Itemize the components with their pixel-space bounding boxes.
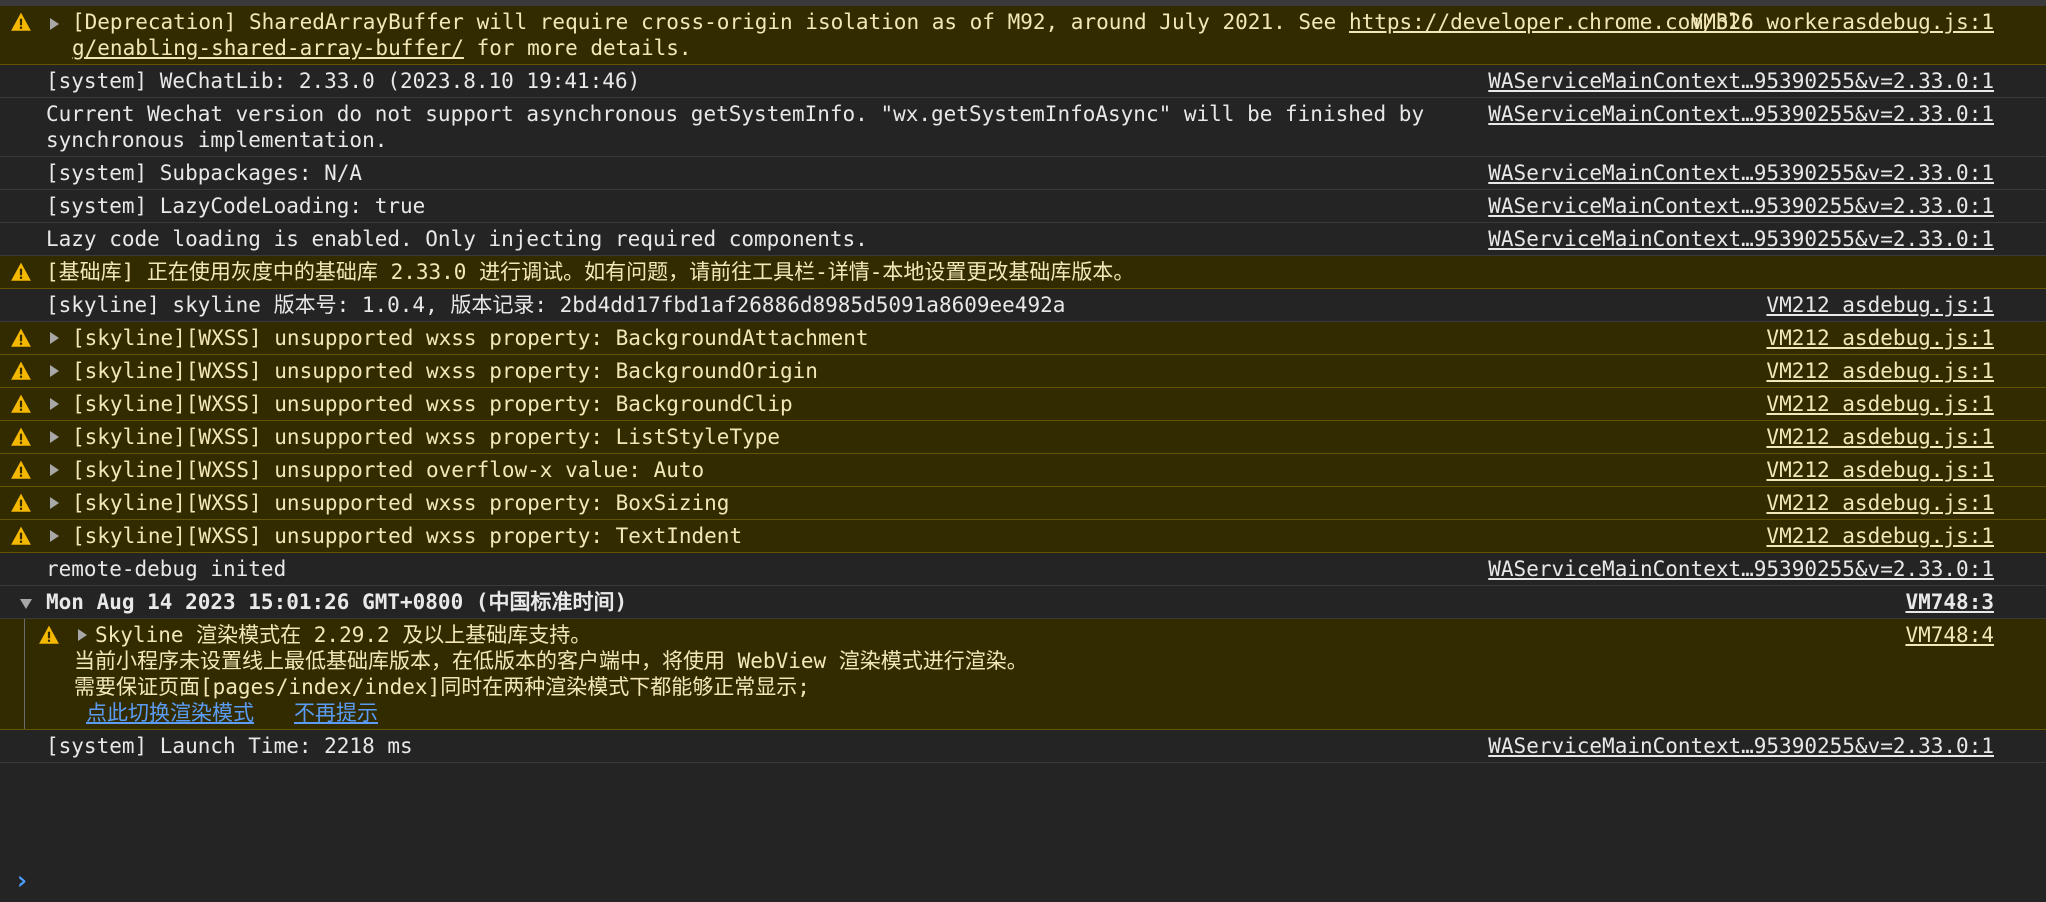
source-link[interactable]: VM748:4 <box>1905 622 1994 648</box>
skyline-warning-actions: 点此切换渲染模式 不再提示 <box>74 700 1844 726</box>
skyline-warning-line1[interactable]: Skyline 渲染模式在 2.29.2 及以上基础库支持。 <box>74 622 1844 648</box>
log-row-wxss-warning[interactable]: [skyline][WXSS] unsupported wxss propert… <box>0 355 2046 388</box>
log-message: [skyline][WXSS] unsupported wxss propert… <box>72 392 793 416</box>
warning-icon <box>11 12 31 31</box>
log-message: [skyline][WXSS] unsupported wxss propert… <box>72 524 743 548</box>
log-row-wxss-warning[interactable]: [skyline][WXSS] unsupported wxss propert… <box>0 520 2046 553</box>
warning-icon <box>11 361 31 380</box>
source-link[interactable]: VM212 asdebug.js:1 <box>1766 358 1994 384</box>
source-link[interactable]: WAServiceMainContext…95390255&v=2.33.0:1 <box>1488 160 1994 186</box>
log-row-launch-time: [system] Launch Time: 2218 ms WAServiceM… <box>0 730 2046 763</box>
group-indent-line <box>24 619 25 729</box>
log-message: remote-debug inited <box>46 557 287 581</box>
source-link[interactable]: WAServiceMainContext…95390255&v=2.33.0:1 <box>1488 68 1994 94</box>
source-link[interactable]: WAServiceMainContext…95390255&v=2.33.0:1 <box>1488 101 1994 127</box>
expand-arrow-icon[interactable] <box>50 431 59 443</box>
log-row: Current Wechat version do not support as… <box>0 98 2046 157</box>
log-message: [skyline][WXSS] unsupported wxss propert… <box>72 425 781 449</box>
expand-arrow-icon[interactable] <box>50 365 59 377</box>
warning-icon <box>11 427 31 446</box>
log-message: [system] Launch Time: 2218 ms <box>46 734 413 758</box>
console-prompt[interactable]: › <box>0 858 2046 902</box>
source-link[interactable]: VM212 asdebug.js:1 <box>1766 292 1994 318</box>
log-row: [system] Subpackages: N/A WAServiceMainC… <box>0 157 2046 190</box>
expand-arrow-icon[interactable] <box>50 18 59 30</box>
warning-icon <box>11 262 31 281</box>
warning-icon <box>11 460 31 479</box>
log-row-wxss-warning[interactable]: [skyline][WXSS] unsupported wxss propert… <box>0 388 2046 421</box>
log-message: [system] WeChatLib: 2.33.0 (2023.8.10 19… <box>46 69 641 93</box>
collapse-arrow-icon[interactable] <box>20 599 32 609</box>
log-message: Lazy code loading is enabled. Only injec… <box>46 227 868 251</box>
log-row-base-library-warning: [基础库] 正在使用灰度中的基础库 2.33.0 进行调试。如有问题，请前往工具… <box>0 256 2046 289</box>
log-message: [skyline] skyline 版本号: 1.0.4, 版本记录: 2bd4… <box>46 293 1066 317</box>
log-row-wxss-warning[interactable]: [skyline][WXSS] unsupported overflow-x v… <box>0 454 2046 487</box>
source-link[interactable]: VM212 asdebug.js:1 <box>1766 325 1994 351</box>
warning-icon <box>11 526 31 545</box>
skyline-warning-line2: 当前小程序未设置线上最低基础库版本，在低版本的客户端中，将使用 WebView … <box>74 649 1028 673</box>
chevron-right-icon: › <box>14 866 30 896</box>
expand-arrow-icon[interactable] <box>50 398 59 410</box>
group-title: Mon Aug 14 2023 15:01:26 GMT+0800 (中国标准时… <box>46 590 628 614</box>
log-message: [system] LazyCodeLoading: true <box>46 194 426 218</box>
warning-icon <box>11 328 31 347</box>
expand-arrow-icon[interactable] <box>50 497 59 509</box>
log-row: remote-debug inited WAServiceMainContext… <box>0 553 2046 586</box>
skyline-warning-line3: 需要保证页面[pages/index/index]同时在两种渲染模式下都能够正常… <box>74 675 810 699</box>
log-message: Current Wechat version do not support as… <box>46 102 1437 152</box>
source-link[interactable]: WAServiceMainContext…95390255&v=2.33.0:1 <box>1488 226 1994 252</box>
log-row-wxss-warning[interactable]: [skyline][WXSS] unsupported wxss propert… <box>0 487 2046 520</box>
log-message: [system] Subpackages: N/A <box>46 161 363 185</box>
source-link[interactable]: VM748:3 <box>1905 589 1994 615</box>
warning-icon <box>39 625 59 644</box>
source-link[interactable]: VM212 asdebug.js:1 <box>1766 490 1994 516</box>
source-link[interactable]: VM212 asdebug.js:1 <box>1766 424 1994 450</box>
log-message: [skyline][WXSS] unsupported wxss propert… <box>72 491 730 515</box>
log-message: [skyline][WXSS] unsupported overflow-x v… <box>72 458 705 482</box>
expand-arrow-icon[interactable] <box>50 464 59 476</box>
source-link[interactable]: VM326 workerasdebug.js:1 <box>1691 9 1994 35</box>
console-log-list: [Deprecation] SharedArrayBuffer will req… <box>0 6 2046 763</box>
log-row-wxss-warning[interactable]: [skyline][WXSS] unsupported wxss propert… <box>0 421 2046 454</box>
log-message: [Deprecation] SharedArrayBuffer will req… <box>50 9 1754 61</box>
group-skyline-warning: Skyline 渲染模式在 2.29.2 及以上基础库支持。 当前小程序未设置线… <box>0 619 2046 730</box>
dont-show-again-link[interactable]: 不再提示 <box>294 701 378 725</box>
log-row-deprecation-warning[interactable]: [Deprecation] SharedArrayBuffer will req… <box>0 6 2046 65</box>
source-link[interactable]: VM212 asdebug.js:1 <box>1766 523 1994 549</box>
log-row: [system] LazyCodeLoading: true WAService… <box>0 190 2046 223</box>
log-message: [基础库] 正在使用灰度中的基础库 2.33.0 进行调试。如有问题，请前往工具… <box>46 260 1135 284</box>
expand-arrow-icon[interactable] <box>78 629 87 641</box>
log-message: [skyline][WXSS] unsupported wxss propert… <box>72 359 818 383</box>
log-row-wxss-warning[interactable]: [skyline][WXSS] unsupported wxss propert… <box>0 322 2046 355</box>
log-row: [skyline] skyline 版本号: 1.0.4, 版本记录: 2bd4… <box>0 289 2046 322</box>
log-row: Lazy code loading is enabled. Only injec… <box>0 223 2046 256</box>
log-row: [system] WeChatLib: 2.33.0 (2023.8.10 19… <box>0 65 2046 98</box>
switch-render-mode-link[interactable]: 点此切换渲染模式 <box>86 701 254 725</box>
log-message: [skyline][WXSS] unsupported wxss propert… <box>72 326 869 350</box>
expand-arrow-icon[interactable] <box>50 530 59 542</box>
expand-arrow-icon[interactable] <box>50 332 59 344</box>
warning-icon <box>11 493 31 512</box>
source-link[interactable]: WAServiceMainContext…95390255&v=2.33.0:1 <box>1488 556 1994 582</box>
source-link[interactable]: WAServiceMainContext…95390255&v=2.33.0:1 <box>1488 733 1994 759</box>
warning-icon <box>11 394 31 413</box>
source-link[interactable]: VM212 asdebug.js:1 <box>1766 391 1994 417</box>
console-group-header[interactable]: Mon Aug 14 2023 15:01:26 GMT+0800 (中国标准时… <box>0 586 2046 619</box>
source-link[interactable]: VM212 asdebug.js:1 <box>1766 457 1994 483</box>
source-link[interactable]: WAServiceMainContext…95390255&v=2.33.0:1 <box>1488 193 1994 219</box>
